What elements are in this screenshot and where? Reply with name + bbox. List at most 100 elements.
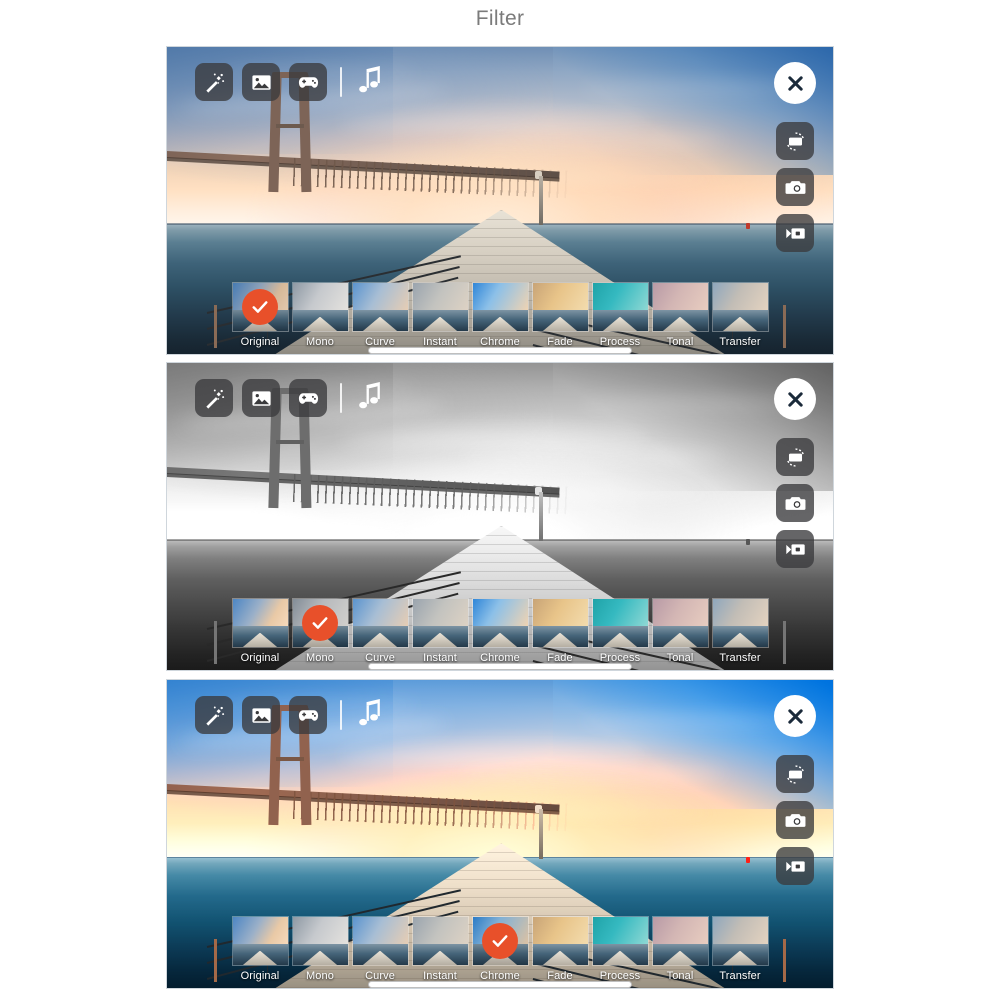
bridge-pylon-crossbar — [275, 757, 304, 762]
thumbnail-sky — [532, 917, 588, 944]
filter-option-transfer[interactable]: Transfer — [711, 916, 769, 982]
video-camera-icon[interactable] — [776, 530, 814, 568]
filter-option-mono[interactable]: Mono — [291, 598, 349, 664]
filter-thumbnail[interactable] — [411, 598, 469, 648]
close-icon[interactable] — [774, 695, 816, 737]
filter-option-instant[interactable]: Instant — [411, 598, 469, 664]
filter-option-curve[interactable]: Curve — [351, 916, 409, 982]
filter-thumbnail[interactable] — [291, 598, 349, 648]
filter-option-mono[interactable]: Mono — [291, 916, 349, 982]
filter-option-fade[interactable]: Fade — [531, 282, 589, 348]
filter-thumbnail[interactable] — [711, 282, 769, 332]
home-indicator[interactable] — [368, 347, 632, 354]
filter-option-fade[interactable]: Fade — [531, 598, 589, 664]
filter-thumbnail-strip[interactable]: Original Mono Curve Instant Chrome Fade Proces… — [167, 282, 833, 348]
music-note-icon[interactable] — [355, 64, 385, 101]
filter-option-chrome[interactable]: Chrome — [471, 916, 529, 982]
filter-option-chrome[interactable]: Chrome — [471, 598, 529, 664]
filter-option-original[interactable]: Original — [231, 282, 289, 348]
filter-thumbnail[interactable] — [651, 282, 709, 332]
thumbnail-image — [532, 917, 588, 965]
filter-label: Tonal — [666, 652, 694, 664]
filter-option-process[interactable]: Process — [591, 598, 649, 664]
camera-icon[interactable] — [776, 168, 814, 206]
filter-label: Original — [240, 970, 280, 982]
filter-option-chrome[interactable]: Chrome — [471, 282, 529, 348]
filter-thumbnail[interactable] — [411, 282, 469, 332]
thumbnail-image — [652, 599, 708, 647]
video-camera-icon[interactable] — [776, 847, 814, 885]
filter-thumbnail[interactable] — [531, 282, 589, 332]
thumbnail-image — [592, 283, 648, 331]
filter-thumbnail[interactable] — [711, 598, 769, 648]
filter-option-instant[interactable]: Instant — [411, 916, 469, 982]
rotate-frame-icon[interactable] — [776, 438, 814, 476]
filter-thumbnail[interactable] — [471, 916, 529, 966]
thumbnail-image — [232, 599, 288, 647]
filter-option-original[interactable]: Original — [231, 916, 289, 982]
thumbnail-image — [292, 917, 348, 965]
magic-wand-icon[interactable] — [195, 63, 233, 101]
magic-wand-icon[interactable] — [195, 379, 233, 417]
photo-icon[interactable] — [242, 696, 280, 734]
filter-option-process[interactable]: Process — [591, 916, 649, 982]
camera-icon[interactable] — [776, 801, 814, 839]
magic-wand-icon[interactable] — [195, 696, 233, 734]
filter-thumbnail[interactable] — [231, 916, 289, 966]
filter-thumbnail[interactable] — [291, 916, 349, 966]
toolbar-divider — [340, 67, 342, 97]
camera-icon[interactable] — [776, 484, 814, 522]
filter-thumbnail[interactable] — [591, 916, 649, 966]
right-side-toolbar — [774, 62, 816, 252]
filter-thumbnail[interactable] — [591, 282, 649, 332]
filter-thumbnail[interactable] — [651, 598, 709, 648]
game-controller-icon[interactable] — [289, 696, 327, 734]
rotate-frame-icon[interactable] — [776, 755, 814, 793]
thumbnail-sky — [472, 599, 528, 626]
video-camera-icon[interactable] — [776, 214, 814, 252]
close-icon[interactable] — [774, 62, 816, 104]
home-indicator[interactable] — [368, 663, 632, 670]
filter-thumbnail[interactable] — [471, 282, 529, 332]
filter-thumbnail-strip[interactable]: Original Mono Curve Instant Chrome Fade Proces… — [167, 598, 833, 664]
filter-thumbnail-strip[interactable]: Original Mono Curve Instant Chrome Fade Proces… — [167, 916, 833, 982]
filter-label: Transfer — [719, 336, 761, 348]
filter-option-transfer[interactable]: Transfer — [711, 282, 769, 348]
home-indicator[interactable] — [368, 981, 632, 988]
filter-thumbnail[interactable] — [531, 916, 589, 966]
filter-thumbnail[interactable] — [531, 598, 589, 648]
filter-thumbnail[interactable] — [711, 916, 769, 966]
filter-option-instant[interactable]: Instant — [411, 282, 469, 348]
photo-icon[interactable] — [242, 379, 280, 417]
photo-icon[interactable] — [242, 63, 280, 101]
filter-thumbnail[interactable] — [591, 598, 649, 648]
filter-option-fade[interactable]: Fade — [531, 916, 589, 982]
filter-thumbnail[interactable] — [651, 916, 709, 966]
filter-option-tonal[interactable]: Tonal — [651, 598, 709, 664]
filter-option-tonal[interactable]: Tonal — [651, 916, 709, 982]
filter-thumbnail[interactable] — [411, 916, 469, 966]
filter-thumbnail[interactable] — [231, 282, 289, 332]
music-note-icon[interactable] — [355, 380, 385, 417]
rotate-frame-icon[interactable] — [776, 122, 814, 160]
game-controller-icon[interactable] — [289, 63, 327, 101]
thumbnail-image — [592, 599, 648, 647]
filter-option-curve[interactable]: Curve — [351, 598, 409, 664]
thumbnail-sky — [412, 283, 468, 310]
filter-option-tonal[interactable]: Tonal — [651, 282, 709, 348]
filter-thumbnail[interactable] — [351, 916, 409, 966]
filter-option-transfer[interactable]: Transfer — [711, 598, 769, 664]
filter-thumbnail[interactable] — [351, 282, 409, 332]
close-icon[interactable] — [774, 378, 816, 420]
music-note-icon[interactable] — [355, 697, 385, 734]
thumbnail-sky — [232, 599, 288, 626]
filter-option-curve[interactable]: Curve — [351, 282, 409, 348]
filter-option-mono[interactable]: Mono — [291, 282, 349, 348]
filter-option-original[interactable]: Original — [231, 598, 289, 664]
filter-thumbnail[interactable] — [231, 598, 289, 648]
filter-option-process[interactable]: Process — [591, 282, 649, 348]
filter-thumbnail[interactable] — [291, 282, 349, 332]
filter-thumbnail[interactable] — [471, 598, 529, 648]
filter-thumbnail[interactable] — [351, 598, 409, 648]
game-controller-icon[interactable] — [289, 379, 327, 417]
